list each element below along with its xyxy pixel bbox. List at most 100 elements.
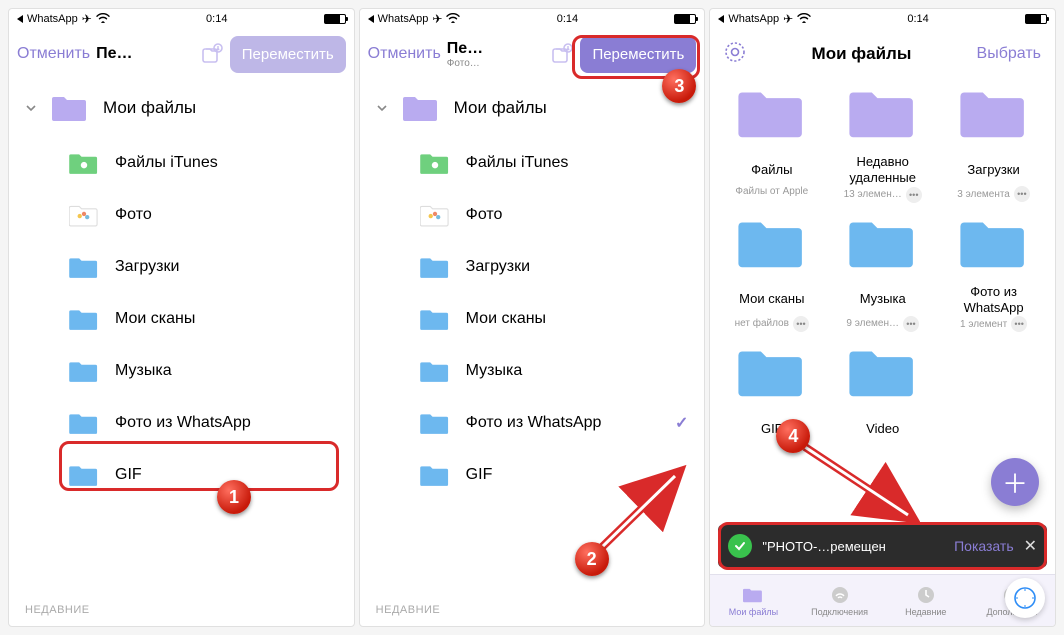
screen-2: WhatsApp ✈ 0:14 Отменить Пе… Фото… Перем…: [359, 8, 706, 627]
list-item[interactable]: Музыка: [9, 345, 354, 397]
folder-tile[interactable]: Video: [827, 338, 938, 451]
list-item[interactable]: Файлы iTunes: [360, 137, 705, 189]
nav-my-files[interactable]: Мои файлы: [710, 575, 796, 626]
tile-sub: Файлы от Apple: [722, 186, 821, 197]
select-button[interactable]: Выбрать: [977, 45, 1041, 63]
list-item[interactable]: GIF: [9, 449, 354, 501]
tile-sub: 3 элемента•••: [944, 186, 1043, 202]
section-recent: НЕДАВНИЕ: [360, 594, 705, 626]
nav-label: Подключения: [811, 607, 868, 617]
annotation-badge-1: 1: [217, 480, 251, 514]
folder-icon: [69, 411, 99, 435]
item-label: GIF: [466, 466, 493, 484]
list-item[interactable]: Мои сканы: [9, 293, 354, 345]
screen-subtitle: Фото…: [447, 58, 545, 69]
folder-tile[interactable]: Мои сканынет файлов•••: [716, 209, 827, 339]
nav-connections[interactable]: Подключения: [797, 575, 883, 626]
cancel-button[interactable]: Отменить: [368, 45, 441, 63]
list-item[interactable]: Фото: [9, 189, 354, 241]
screen-1: WhatsApp ✈ 0:14 Отменить Пе… Переместить…: [8, 8, 355, 627]
toast: "PHOTO-…ремещен Показать ✕: [718, 524, 1047, 568]
wifi-icon: [797, 13, 811, 26]
nav-label: Мои файлы: [729, 607, 778, 617]
tile-name: Музыка: [833, 284, 932, 316]
item-label: Файлы iTunes: [466, 154, 569, 172]
root-folder-row[interactable]: Мои файлы: [360, 79, 705, 137]
root-folder-row[interactable]: Мои файлы: [9, 79, 354, 137]
item-label: Мои сканы: [115, 310, 195, 328]
folder-icon: [69, 307, 99, 331]
safari-icon[interactable]: [1005, 578, 1045, 618]
wifi-icon: [830, 585, 850, 605]
folder-icon: [69, 359, 99, 383]
folder-tile[interactable]: ФайлыФайлы от Apple: [716, 79, 827, 209]
annotation-badge-2: 2: [575, 542, 609, 576]
airplane-icon: ✈: [432, 12, 442, 26]
more-icon[interactable]: •••: [906, 187, 922, 203]
status-bar: WhatsApp ✈ 0:14: [9, 9, 354, 29]
success-check-icon: [728, 534, 752, 558]
list-item[interactable]: Фото из WhatsApp✓: [360, 397, 705, 449]
chevron-down-icon: [25, 102, 37, 114]
folder-icon: [420, 307, 450, 331]
folder-tile[interactable]: Фото из WhatsApp1 элемент•••: [938, 209, 1049, 339]
toast-text: "PHOTO-…ремещен: [762, 539, 944, 554]
add-fab[interactable]: ＋: [991, 458, 1039, 506]
toolbar: Мои файлы Выбрать: [710, 29, 1055, 79]
back-app-label[interactable]: WhatsApp: [378, 13, 429, 25]
item-label: Музыка: [115, 362, 172, 380]
list-item[interactable]: Загрузки: [9, 241, 354, 293]
cancel-button[interactable]: Отменить: [17, 45, 90, 63]
folder-icon: [737, 85, 807, 141]
clock: 0:14: [557, 13, 578, 25]
folder-tile[interactable]: Недавно удаленные13 элемен…•••: [827, 79, 938, 209]
folder-icon: [737, 215, 807, 271]
back-app-label[interactable]: WhatsApp: [728, 13, 779, 25]
plus-icon: ＋: [1002, 464, 1028, 501]
folder-icon: [420, 203, 450, 227]
toolbar: Отменить Пе… Переместить: [9, 29, 354, 79]
more-icon[interactable]: •••: [1011, 316, 1027, 332]
item-label: Загрузки: [466, 258, 530, 276]
paste-folder-icon[interactable]: [550, 42, 574, 66]
folder-icon: [959, 215, 1029, 271]
list-item[interactable]: Фото из WhatsApp: [9, 397, 354, 449]
folder-icon: [959, 85, 1029, 141]
list-item[interactable]: Мои сканы: [360, 293, 705, 345]
toast-show-button[interactable]: Показать: [954, 538, 1014, 554]
toast-close-icon[interactable]: ✕: [1024, 536, 1037, 556]
nav-recent[interactable]: Недавние: [883, 575, 969, 626]
settings-icon[interactable]: [724, 41, 746, 68]
list-item[interactable]: Загрузки: [360, 241, 705, 293]
folder-tile[interactable]: GIF: [716, 338, 827, 451]
folder-icon: [69, 203, 99, 227]
back-app-label[interactable]: WhatsApp: [27, 13, 78, 25]
screen-title: Пе…: [447, 40, 545, 58]
list-item[interactable]: Фото: [360, 189, 705, 241]
folder-icon: [848, 215, 918, 271]
list-item[interactable]: Музыка: [360, 345, 705, 397]
airplane-icon: ✈: [783, 12, 793, 26]
folder-tile[interactable]: Загрузки3 элемента•••: [938, 79, 1049, 209]
more-icon[interactable]: •••: [793, 316, 809, 332]
nav-label: Недавние: [905, 607, 946, 617]
folder-icon: [737, 344, 807, 400]
more-icon[interactable]: •••: [903, 316, 919, 332]
move-button[interactable]: Переместить: [230, 36, 346, 73]
item-label: Файлы iTunes: [115, 154, 218, 172]
move-button[interactable]: Переместить: [580, 36, 696, 73]
folder-tile[interactable]: Музыка9 элемен…•••: [827, 209, 938, 339]
item-label: Музыка: [466, 362, 523, 380]
folder-list: Мои файлы Файлы iTunes Фото Загрузки Мои…: [360, 79, 705, 594]
folder-icon: [402, 93, 440, 123]
tile-name: Фото из WhatsApp: [944, 284, 1043, 317]
back-triangle-icon: [368, 15, 374, 23]
more-icon[interactable]: •••: [1014, 186, 1030, 202]
tile-sub: 13 элемен…•••: [833, 187, 932, 203]
tile-name: Video: [833, 413, 932, 445]
root-folder-label: Мои файлы: [454, 98, 547, 118]
screen-title: Мои файлы: [812, 44, 912, 64]
list-item[interactable]: GIF: [360, 449, 705, 501]
list-item[interactable]: Файлы iTunes: [9, 137, 354, 189]
paste-folder-icon[interactable]: [200, 42, 224, 66]
